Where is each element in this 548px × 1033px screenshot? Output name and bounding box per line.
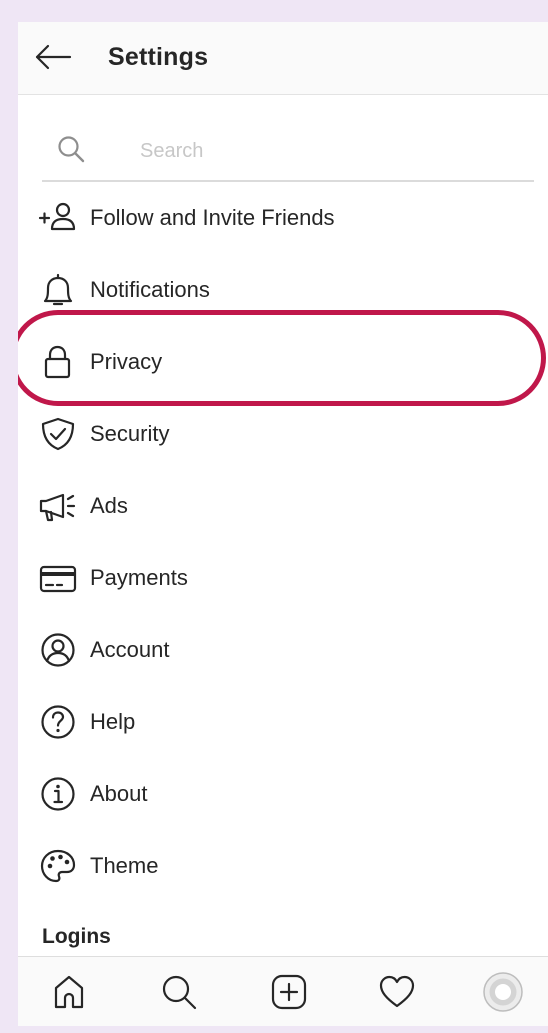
menu-item-label: Help (90, 709, 136, 734)
menu-item-about[interactable]: About (18, 764, 548, 824)
add-person-icon (38, 201, 78, 235)
tab-search[interactable] (158, 971, 200, 1013)
home-icon (54, 975, 84, 1009)
menu-item-privacy[interactable]: Privacy (18, 332, 548, 392)
menu-item-account[interactable]: Account (18, 620, 548, 680)
menu-item-label: Theme (90, 853, 159, 878)
tab-profile[interactable] (482, 971, 524, 1013)
bottom-tab-bar (18, 956, 548, 1026)
help-circle-icon (38, 705, 78, 739)
menu-item-label: Payments (90, 565, 188, 590)
heart-icon (379, 975, 415, 1008)
tab-activity[interactable] (376, 971, 418, 1013)
info-circle-icon (38, 777, 78, 811)
header-bar: Settings (18, 22, 548, 95)
menu-item-label: Notifications (90, 277, 210, 302)
menu-item-theme[interactable]: Theme (18, 836, 548, 896)
shield-check-icon (38, 417, 78, 451)
lock-icon (38, 345, 78, 379)
settings-screen: Settings Follow and Invite Friends Notif… (18, 22, 548, 1026)
search-icon (56, 134, 86, 164)
tab-create[interactable] (268, 971, 310, 1013)
menu-item-label: About (90, 781, 148, 806)
back-arrow-icon[interactable] (34, 42, 72, 72)
search-input[interactable] (138, 132, 522, 170)
search-icon (162, 975, 197, 1010)
profile-avatar-icon (483, 972, 523, 1012)
menu-item-follow-invite[interactable]: Follow and Invite Friends (18, 188, 548, 248)
section-heading-logins: Logins (42, 925, 111, 948)
bell-icon (38, 273, 78, 307)
menu-item-security[interactable]: Security (18, 404, 548, 464)
menu-item-label: Privacy (90, 349, 163, 374)
add-post-icon (271, 974, 307, 1010)
menu-item-notifications[interactable]: Notifications (18, 260, 548, 320)
menu-item-help[interactable]: Help (18, 692, 548, 752)
palette-icon (38, 849, 78, 883)
credit-card-icon (38, 561, 78, 595)
menu-item-payments[interactable]: Payments (18, 548, 548, 608)
megaphone-icon (38, 489, 78, 523)
menu-item-label: Account (90, 637, 170, 662)
menu-item-ads[interactable]: Ads (18, 476, 548, 536)
menu-item-label: Security (90, 421, 170, 446)
menu-item-label: Ads (90, 493, 128, 518)
tab-home[interactable] (48, 971, 90, 1013)
search-bar[interactable] (42, 122, 534, 182)
menu-item-label: Follow and Invite Friends (90, 205, 335, 230)
page-title: Settings (108, 43, 209, 71)
account-circle-icon (38, 633, 78, 667)
